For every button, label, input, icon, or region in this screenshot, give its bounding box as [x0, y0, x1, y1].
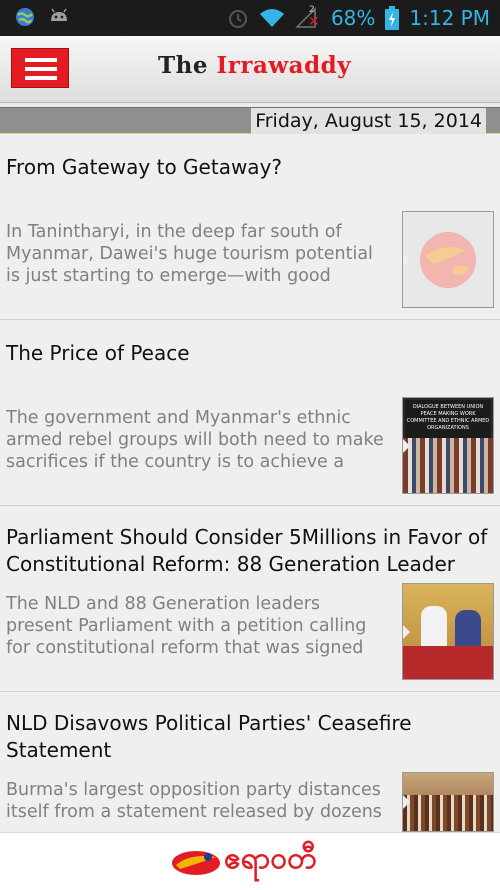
app-logo: The Irrawaddy — [158, 52, 351, 79]
article-item[interactable]: Parliament Should Consider 5Millions in … — [0, 506, 500, 692]
article-title: From Gateway to Getaway? — [6, 155, 283, 179]
thumb-table — [403, 646, 493, 679]
article-summary: The government and Myanmar's ethnic arme… — [6, 408, 384, 472]
menu-icon-line — [25, 58, 57, 62]
clock: 1:12 PM — [409, 6, 490, 30]
date-bar: Friday, August 15, 2014 — [0, 107, 500, 135]
article-thumbnail — [402, 583, 494, 680]
menu-button[interactable] — [11, 48, 69, 88]
android-icon — [51, 8, 67, 21]
bottom-brand-bar: ဧရာဝတီ — [0, 832, 500, 890]
article-thumbnail — [402, 772, 494, 832]
battery-percent: 68% — [330, 6, 376, 30]
article-item[interactable]: The Price of Peace The government and My… — [0, 320, 500, 506]
thumb-notch — [403, 623, 410, 640]
menu-icon-line — [25, 76, 57, 80]
thumb-crowd — [403, 438, 493, 493]
article-title: NLD Disavows Political Parties' Ceasefir… — [6, 711, 412, 762]
logo-text: The — [158, 52, 217, 79]
menu-icon-line — [25, 67, 57, 71]
irrawaddy-logo-icon — [172, 851, 220, 875]
placeholder-logo-icon — [420, 232, 476, 288]
footer-brand-text: ဧရာဝတီ — [224, 841, 317, 876]
signal-group: 2 ✕ — [295, 5, 321, 30]
thumb-person — [421, 606, 447, 648]
thumb-notch — [403, 437, 410, 454]
article-title: The Price of Peace — [6, 341, 190, 365]
date-label: Friday, August 15, 2014 — [251, 108, 486, 134]
status-bar: 2 ✕ 68% 1:12 PM — [0, 0, 500, 36]
alarm-icon — [228, 10, 247, 28]
no-signal-icon: ✕ — [307, 14, 320, 30]
thumb-banner-text: DIALOGUE BETWEEN UNION PEACE MAKING WORK… — [406, 404, 490, 431]
article-title: Parliament Should Consider 5Millions in … — [6, 525, 488, 576]
article-item[interactable]: From Gateway to Getaway? In Tanintharyi,… — [0, 134, 500, 320]
battery-icon — [385, 6, 400, 30]
article-summary: In Tanintharyi, in the deep far south of… — [6, 222, 373, 286]
thumb-banner: DIALOGUE BETWEEN UNION PEACE MAKING WORK… — [405, 400, 491, 438]
thumb-person — [455, 610, 481, 648]
article-list: From Gateway to Getaway? In Tanintharyi,… — [0, 134, 500, 853]
article-thumbnail: DIALOGUE BETWEEN UNION PEACE MAKING WORK… — [402, 397, 494, 494]
article-summary: The NLD and 88 Generation leaders presen… — [6, 594, 367, 658]
globe-icon — [16, 8, 34, 26]
app-bar: The Irrawaddy — [0, 36, 500, 103]
article-thumbnail — [402, 211, 494, 308]
thumb-notch — [403, 251, 410, 268]
thumb-notch — [403, 794, 410, 810]
logo-text-accent: Irrawaddy — [216, 52, 352, 79]
article-summary: Burma's largest opposition party distanc… — [6, 780, 382, 822]
thumb-rows — [403, 795, 493, 831]
wifi-icon — [259, 9, 284, 27]
article-item[interactable]: NLD Disavows Political Parties' Ceasefir… — [0, 692, 500, 853]
